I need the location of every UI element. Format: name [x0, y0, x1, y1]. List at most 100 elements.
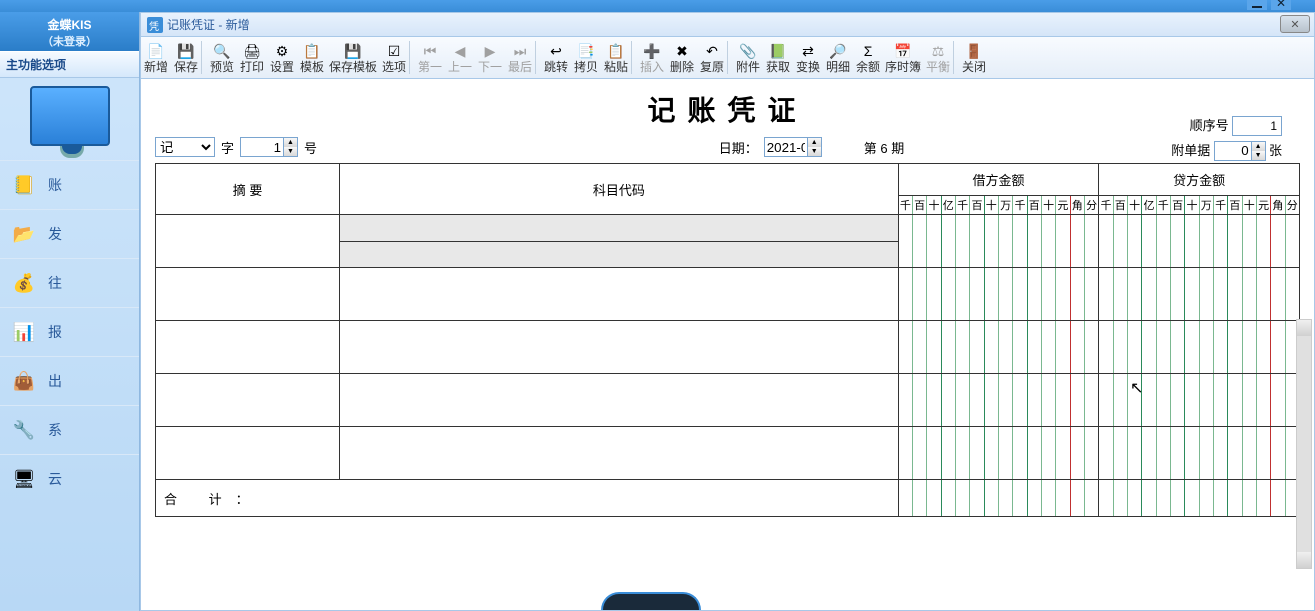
attach-down-icon[interactable]: ▼ [1252, 151, 1265, 160]
voucher-number-spinner[interactable]: ▲▼ [240, 137, 298, 157]
toolbar-设置[interactable]: ⚙设置 [267, 37, 297, 78]
summary-cell[interactable] [156, 215, 340, 268]
digit-cell: 百 [970, 196, 984, 214]
vertical-scrollbar[interactable] [1296, 319, 1312, 569]
attach-up-icon[interactable]: ▲ [1252, 142, 1265, 151]
toolbar-复原[interactable]: ↶复原 [697, 37, 727, 78]
credit-cell[interactable] [1099, 268, 1300, 321]
table-row[interactable] [156, 268, 1300, 321]
debit-cell[interactable] [898, 427, 1099, 480]
toolbar-保存[interactable]: 💾保存 [171, 37, 201, 78]
subject-cell[interactable] [340, 268, 899, 321]
toolbar-label: 最后 [508, 60, 532, 74]
sidebar-item-4[interactable]: 👜出 [0, 356, 139, 405]
digit-cell [1214, 480, 1228, 516]
toolbar-预览[interactable]: 🔍预览 [207, 37, 237, 78]
summary-cell[interactable] [156, 268, 340, 321]
toolbar-label: 保存 [174, 60, 198, 74]
digit-cell: 元 [1056, 196, 1070, 214]
toolbar-明细[interactable]: 🔎明细 [823, 37, 853, 78]
voucher-type-combo[interactable]: 记 [155, 137, 215, 157]
scroll-down-icon[interactable] [1297, 552, 1311, 568]
debit-cell[interactable] [898, 374, 1099, 427]
attach-input[interactable] [1214, 141, 1252, 161]
sequence-group: 顺序号 [1190, 115, 1282, 136]
subject-cell[interactable] [340, 374, 899, 427]
toolbar-附件[interactable]: 📎附件 [733, 37, 763, 78]
toolbar-关闭[interactable]: 🚪关闭 [959, 37, 989, 78]
toolbar-粘贴[interactable]: 📋粘贴 [601, 37, 631, 78]
toolbar-打印[interactable]: 🖨打印 [237, 37, 267, 78]
date-up-icon[interactable]: ▲ [808, 138, 821, 147]
debit-cell[interactable] [898, 268, 1099, 321]
window-close-button[interactable]: ✕ [1280, 15, 1310, 33]
toolbar-icon: ◀ [455, 42, 466, 60]
toolbar-label: 跳转 [544, 60, 568, 74]
sidebar-item-2[interactable]: 💰往 [0, 258, 139, 307]
subject-cell[interactable] [340, 321, 899, 374]
toolbar-label: 模板 [300, 60, 324, 74]
scroll-up-icon[interactable] [1297, 320, 1311, 336]
summary-cell[interactable] [156, 427, 340, 480]
digit-cell: 万 [1200, 196, 1214, 214]
toolbar-label: 选项 [382, 60, 406, 74]
debit-cell[interactable] [898, 215, 1099, 268]
sidebar-item-3[interactable]: 📊报 [0, 307, 139, 356]
sidebar-item-5[interactable]: 🔧系 [0, 405, 139, 454]
table-row[interactable] [156, 374, 1300, 427]
voucher-number-input[interactable] [240, 137, 284, 157]
subject-cell[interactable] [340, 215, 899, 268]
nav-label: 云 [48, 469, 62, 489]
main-function-tab[interactable]: 主功能选项 [0, 51, 139, 78]
date-input[interactable] [764, 137, 808, 157]
attach-spinner[interactable]: ▲▼ [1214, 141, 1266, 161]
subject-cell[interactable] [340, 427, 899, 480]
app-close-icon[interactable] [1271, 0, 1291, 10]
voucher-window: 记账凭证 - 新增 ✕ 📄新增💾保存🔍预览🖨打印⚙设置📋模板💾保存模板☑选项⏮第… [140, 12, 1315, 611]
digit-cell: 十 [1185, 196, 1199, 214]
voucher-type-select[interactable]: 记 [155, 137, 215, 157]
toolbar-icon: 🔎 [829, 42, 846, 60]
toolbar-变换[interactable]: ⇄变换 [793, 37, 823, 78]
footer-pill[interactable] [601, 592, 701, 610]
digit-cell [1228, 480, 1242, 516]
credit-cell[interactable] [1099, 321, 1300, 374]
toolbar-选项[interactable]: ☑选项 [379, 37, 409, 78]
toolbar-label: 余额 [856, 60, 880, 74]
table-row[interactable] [156, 215, 1300, 268]
spin-up-icon[interactable]: ▲ [284, 138, 297, 147]
seq-input[interactable] [1232, 116, 1282, 136]
toolbar-模板[interactable]: 📋模板 [297, 37, 327, 78]
summary-cell[interactable] [156, 374, 340, 427]
digit-cell: 角 [1271, 196, 1285, 214]
toolbar-保存模板[interactable]: 💾保存模板 [327, 37, 379, 78]
toolbar-序时簿[interactable]: 📅序时簿 [883, 37, 923, 78]
debit-cell[interactable] [898, 321, 1099, 374]
sidebar-item-1[interactable]: 📂发 [0, 209, 139, 258]
col-subject: 科目代码 [340, 164, 899, 215]
monitor-icon [30, 86, 110, 146]
toolbar-拷贝[interactable]: 📑拷贝 [571, 37, 601, 78]
credit-cell[interactable] [1099, 427, 1300, 480]
sidebar-item-0[interactable]: 📒账 [0, 160, 139, 209]
nav-icon: 📂 [12, 222, 36, 246]
minimize-icon[interactable] [1247, 0, 1267, 10]
toolbar-删除[interactable]: ✖删除 [667, 37, 697, 78]
date-spinner[interactable]: ▲▼ [764, 137, 822, 157]
digit-cell: 亿 [942, 196, 956, 214]
toolbar-新增[interactable]: 📄新增 [141, 37, 171, 78]
digit-cell: 十 [1128, 196, 1142, 214]
credit-cell[interactable] [1099, 374, 1300, 427]
toolbar-获取[interactable]: 📗获取 [763, 37, 793, 78]
table-row[interactable] [156, 321, 1300, 374]
date-down-icon[interactable]: ▼ [808, 147, 821, 156]
toolbar-跳转[interactable]: ↩跳转 [541, 37, 571, 78]
toolbar-余额[interactable]: Σ余额 [853, 37, 883, 78]
voucher-table[interactable]: 摘 要 科目代码 借方金额 贷方金额 千百十亿千百十万千百十元角分 千百十亿千百… [155, 163, 1300, 517]
credit-cell[interactable] [1099, 215, 1300, 268]
summary-cell[interactable] [156, 321, 340, 374]
toolbar-icon: ↶ [706, 42, 718, 60]
sidebar-item-6[interactable]: 🖥云 [0, 454, 139, 503]
spin-down-icon[interactable]: ▼ [284, 147, 297, 156]
table-row[interactable] [156, 427, 1300, 480]
